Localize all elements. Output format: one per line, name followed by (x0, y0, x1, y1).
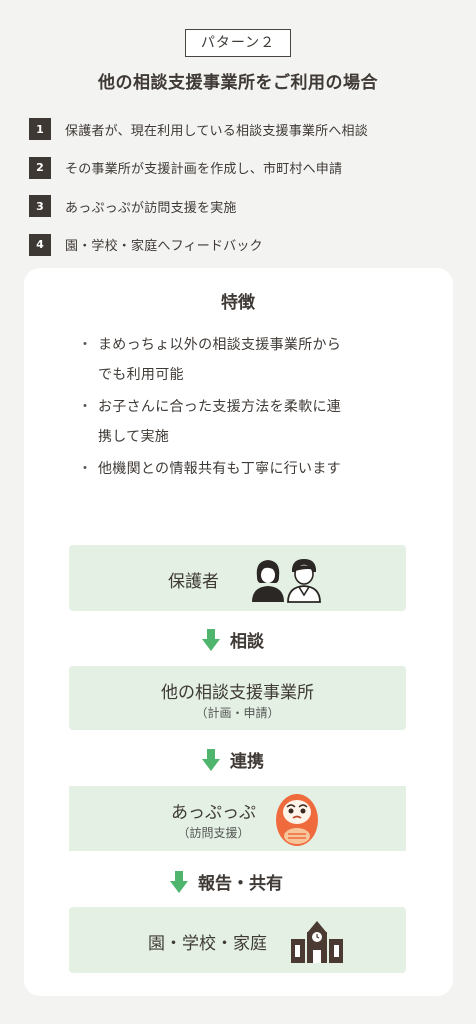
step-text: 保護者が、現在利用している相談支援事業所へ相談 (65, 123, 368, 139)
flow-arrow-consult: 相談 (202, 627, 264, 652)
step-text: あっぷっぷが訪問支援を実施 (65, 200, 237, 216)
step-list: 1 保護者が、現在利用している相談支援事業所へ相談 2 その事業所が支援計画を作… (29, 117, 469, 271)
feature-line: お子さんに合った支援方法を柔軟に連 (98, 399, 342, 415)
guardian-box: 保護者 (69, 545, 406, 611)
arrow-label: 報告・共有 (198, 874, 283, 894)
bullet: ・ (78, 461, 92, 477)
feature-list: ・ まめっちょ以外の相談支援事業所から でも利用可能 ・ お子さんに合った支援方… (78, 330, 418, 486)
appuppu-sub: （訪問支援） (177, 826, 250, 840)
bullet: ・ (78, 337, 92, 353)
arrow-label: 連携 (230, 752, 264, 772)
arrow-down-icon (202, 628, 220, 651)
page-title: 他の相談支援事業所をご利用の場合 (98, 73, 378, 93)
flow-arrow-cooperate: 連携 (202, 747, 264, 772)
step-item: 2 その事業所が支援計画を作成し、市町村へ申請 (29, 156, 469, 180)
feature-line: 他機関との情報共有も丁寧に行います (98, 461, 341, 477)
feature-item: ・ まめっちょ以外の相談支援事業所から でも利用可能 (78, 330, 418, 390)
step-text: その事業所が支援計画を作成し、市町村へ申請 (65, 162, 343, 177)
office-box: 他の相談支援事業所 （計画・申請） (69, 666, 406, 730)
bullet: ・ (78, 399, 92, 415)
feature-item: ・ お子さんに合った支援方法を柔軟に連 携して実施 (78, 392, 418, 452)
school-box: 園・学校・家庭 (69, 907, 406, 973)
step-number: 2 (29, 156, 51, 179)
appuppu-box: あっぷっぷ （訪問支援） (69, 786, 406, 851)
school-building-icon (291, 921, 343, 963)
parents-icon (252, 559, 321, 603)
step-item: 1 保護者が、現在利用している相談支援事業所へ相談 (29, 117, 469, 141)
arrow-label: 相談 (230, 632, 264, 652)
step-number: 4 (29, 233, 51, 256)
feature-item: ・ 他機関との情報共有も丁寧に行います (78, 454, 418, 484)
appuppu-label: あっぷっぷ (171, 803, 256, 823)
arrow-down-icon (170, 870, 188, 893)
step-number: 1 (29, 118, 51, 140)
office-label: 他の相談支援事業所 (161, 683, 314, 703)
features-title: 特徴 (221, 293, 255, 313)
step-text: 園・学校・家庭へフィードバック (65, 239, 263, 254)
pattern-label: パターン２ (185, 29, 291, 57)
step-item: 3 あっぷっぷが訪問支援を実施 (29, 194, 469, 218)
feature-line: まめっちょ以外の相談支援事業所から (98, 337, 342, 353)
step-item: 4 園・学校・家庭へフィードバック (29, 233, 469, 257)
office-sub: （計画・申請） (195, 706, 280, 720)
flow-arrow-report: 報告・共有 (170, 869, 283, 894)
feature-line: でも利用可能 (98, 367, 184, 383)
feature-line: 携して実施 (98, 429, 170, 445)
step-number: 3 (29, 195, 51, 217)
arrow-down-icon (202, 748, 220, 771)
daruma-icon (276, 794, 318, 846)
